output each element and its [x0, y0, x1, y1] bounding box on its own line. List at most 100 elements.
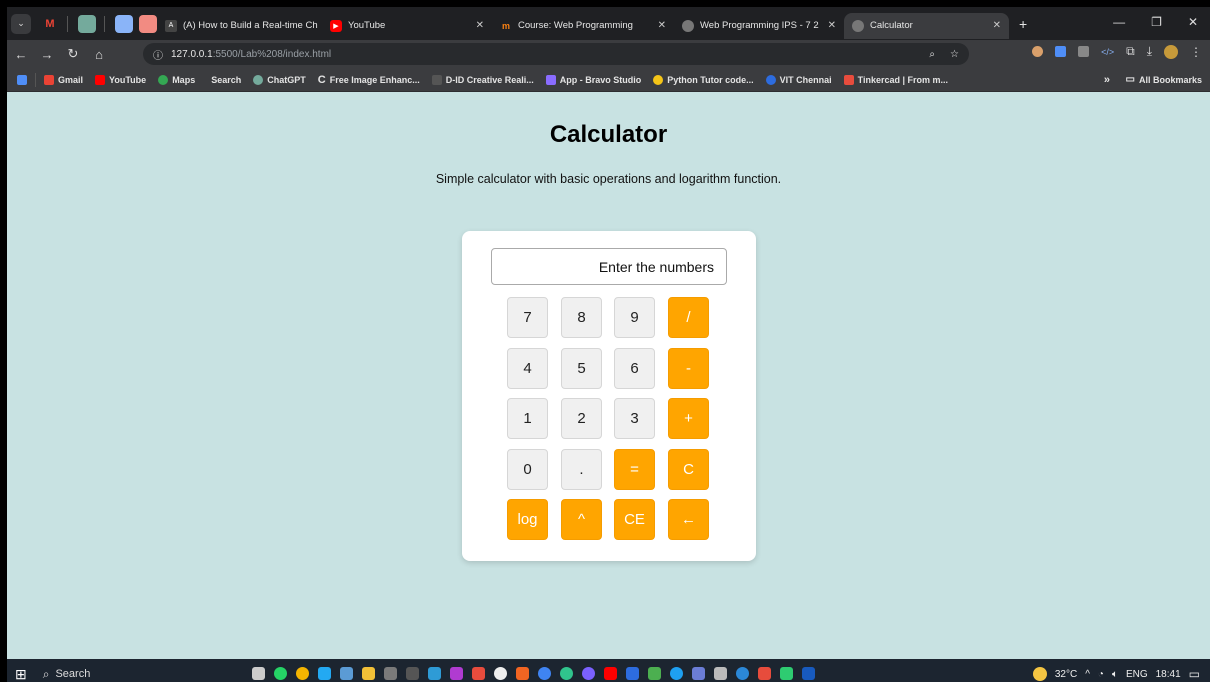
equals-button[interactable]: = [614, 449, 655, 490]
wifi-icon[interactable]: ◔ [1098, 669, 1104, 680]
bookmark-image-enhancer[interactable]: C Free Image Enhanc... [318, 74, 420, 86]
bookmark-bravo[interactable]: App - Bravo Studio [545, 74, 641, 85]
clock[interactable]: 18:41 [1156, 669, 1181, 680]
pinned-gmail-icon[interactable]: M [41, 15, 59, 33]
bookmark-did[interactable]: D-ID Creative Reali... [431, 74, 534, 85]
close-window-icon[interactable]: ✕ [1188, 15, 1198, 29]
extension-icon[interactable] [1032, 46, 1044, 57]
app-icon[interactable] [428, 667, 441, 680]
app-icon[interactable] [714, 667, 727, 680]
app-icon[interactable] [560, 667, 573, 680]
apps-icon[interactable] [17, 74, 27, 85]
notifications-icon[interactable]: ▭ [1189, 667, 1200, 681]
bookmark-star-icon[interactable]: ☆ [950, 49, 959, 60]
weather-icon[interactable] [1032, 667, 1047, 681]
bookmark-python-tutor[interactable]: Python Tutor code... [653, 74, 754, 85]
clear-entry-button[interactable]: CE [614, 499, 655, 540]
chrome-icon[interactable] [296, 667, 309, 680]
bookmark-tinkercad[interactable]: Tinkercad | From m... [843, 74, 948, 85]
pinned-app-icon[interactable] [78, 14, 96, 33]
tab-youtube[interactable]: ▶ YouTube ✕ [322, 13, 492, 39]
add-button[interactable]: + [668, 398, 709, 439]
app-icon[interactable] [340, 667, 353, 680]
pinned-app-icon[interactable] [115, 14, 133, 33]
close-tab-icon[interactable]: ✕ [658, 20, 666, 31]
app-icon[interactable] [384, 667, 397, 680]
key-0[interactable]: 0 [507, 449, 548, 490]
app-icon[interactable] [692, 667, 705, 680]
chevron-up-icon[interactable]: ^ [1085, 669, 1090, 680]
app-icon[interactable] [472, 667, 485, 680]
word-icon[interactable] [802, 667, 815, 680]
app-icon[interactable] [494, 667, 507, 680]
bookmark-gmail[interactable]: Gmail [44, 74, 83, 85]
whatsapp-icon[interactable] [274, 667, 287, 680]
tab-search-button[interactable]: ⌄ [11, 13, 31, 34]
more-bookmarks-button[interactable]: » [1104, 74, 1110, 86]
backspace-button[interactable]: ← [668, 499, 709, 540]
reload-icon[interactable]: ↻ [61, 46, 85, 62]
key-1[interactable]: 1 [507, 398, 548, 439]
speaker-icon[interactable]: 🔈︎ [1112, 669, 1118, 680]
task-view-icon[interactable] [252, 667, 265, 680]
subtract-button[interactable]: - [668, 348, 709, 389]
calculator-display[interactable] [491, 248, 727, 285]
file-explorer-icon[interactable] [362, 667, 375, 680]
bookmark-youtube[interactable]: YouTube [95, 74, 146, 85]
site-info-icon[interactable]: ⓘ [153, 47, 163, 62]
extension-icon[interactable] [1055, 46, 1067, 57]
tab-calculator[interactable]: Calculator ✕ [844, 12, 1009, 39]
back-icon[interactable]: ← [9, 47, 33, 62]
url-input[interactable]: ⓘ 127.0.0.1:5500/Lab%208/index.html ⌕ ☆ [143, 43, 969, 65]
windows-start-icon[interactable]: ⊞ [15, 666, 27, 682]
extension-icon[interactable] [1078, 46, 1090, 57]
minimize-icon[interactable]: — [1113, 15, 1125, 29]
download-icon[interactable]: ⤓ [1147, 44, 1152, 59]
app-icon[interactable] [670, 667, 683, 680]
key-8[interactable]: 8 [561, 297, 602, 338]
menu-icon[interactable]: ⋮ [1190, 45, 1202, 59]
power-button[interactable]: ^ [561, 499, 602, 540]
app-icon[interactable] [516, 667, 529, 680]
app-icon[interactable] [406, 667, 419, 680]
extensions-puzzle-icon[interactable]: ⧉ [1126, 44, 1135, 59]
language-indicator[interactable]: ENG [1126, 669, 1148, 680]
app-icon[interactable] [538, 667, 551, 680]
key-6[interactable]: 6 [614, 348, 655, 389]
key-9[interactable]: 9 [614, 297, 655, 338]
app-icon[interactable] [450, 667, 463, 680]
bookmark-maps[interactable]: Maps [158, 74, 195, 85]
youtube-icon[interactable] [604, 667, 617, 680]
bookmark-search[interactable]: Search [211, 75, 241, 85]
clear-button[interactable]: C [668, 449, 709, 490]
close-tab-icon[interactable]: ✕ [993, 20, 1001, 31]
search-icon[interactable]: ⌕ [43, 667, 50, 682]
key-4[interactable]: 4 [507, 348, 548, 389]
close-tab-icon[interactable]: ✕ [828, 20, 836, 31]
vscode-icon[interactable] [318, 667, 331, 680]
app-icon[interactable] [780, 667, 793, 680]
key-5[interactable]: 5 [561, 348, 602, 389]
zoom-icon[interactable]: ⌕ [929, 49, 935, 60]
app-icon[interactable] [758, 667, 771, 680]
home-icon[interactable]: ⌂ [87, 47, 111, 62]
log-button[interactable]: log [507, 499, 548, 540]
temperature[interactable]: 32°C [1055, 669, 1077, 680]
tab-course[interactable]: m Course: Web Programming ✕ [492, 13, 674, 39]
divide-button[interactable]: / [668, 297, 709, 338]
tab-web-programming[interactable]: Web Programming IPS - 7 2 ✕ [674, 13, 844, 39]
taskbar-search[interactable]: Search [55, 668, 90, 680]
close-tab-icon[interactable]: ✕ [476, 20, 484, 31]
bookmark-chatgpt[interactable]: ChatGPT [253, 74, 306, 85]
devtools-icon[interactable]: </> [1101, 47, 1114, 57]
app-icon[interactable] [648, 667, 661, 680]
key-7[interactable]: 7 [507, 297, 548, 338]
bookmark-vit[interactable]: VIT Chennai [765, 74, 832, 85]
forward-icon[interactable]: → [35, 47, 59, 62]
restore-icon[interactable]: ❐ [1151, 15, 1162, 29]
all-bookmarks-button[interactable]: ▭ All Bookmarks [1126, 74, 1202, 85]
app-icon[interactable] [626, 667, 639, 680]
key-2[interactable]: 2 [561, 398, 602, 439]
key-3[interactable]: 3 [614, 398, 655, 439]
app-icon[interactable] [582, 667, 595, 680]
